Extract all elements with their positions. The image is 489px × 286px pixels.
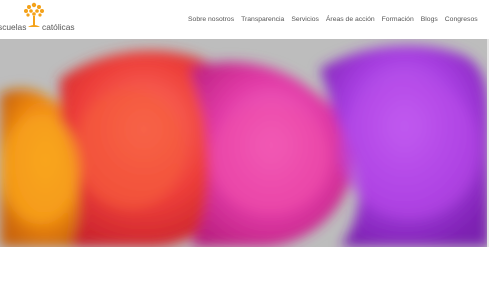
- nav-item-blogs[interactable]: Blogs: [421, 14, 438, 26]
- nav-item-transparencia[interactable]: Transparencia: [241, 14, 284, 26]
- nav-item-congresos[interactable]: Congresos: [445, 14, 478, 26]
- hero-slider[interactable]: [0, 39, 489, 247]
- site-header: scuelas católicas Sobre nosotros Transpa…: [0, 0, 489, 38]
- site-logo[interactable]: scuelas católicas: [0, 0, 80, 38]
- content-area: [0, 247, 489, 286]
- logo-text-escuelas: scuelas: [0, 22, 27, 32]
- main-nav: Sobre nosotros Transparencia Servicios Á…: [188, 14, 478, 26]
- nav-item-sobre-nosotros[interactable]: Sobre nosotros: [188, 14, 234, 26]
- hero-image: [0, 39, 489, 247]
- nav-item-areas-de-accion[interactable]: Áreas de acción: [326, 14, 375, 26]
- nav-item-formacion[interactable]: Formación: [382, 14, 414, 26]
- logo-text-catolicas: católicas: [42, 22, 75, 32]
- nav-item-servicios[interactable]: Servicios: [291, 14, 319, 26]
